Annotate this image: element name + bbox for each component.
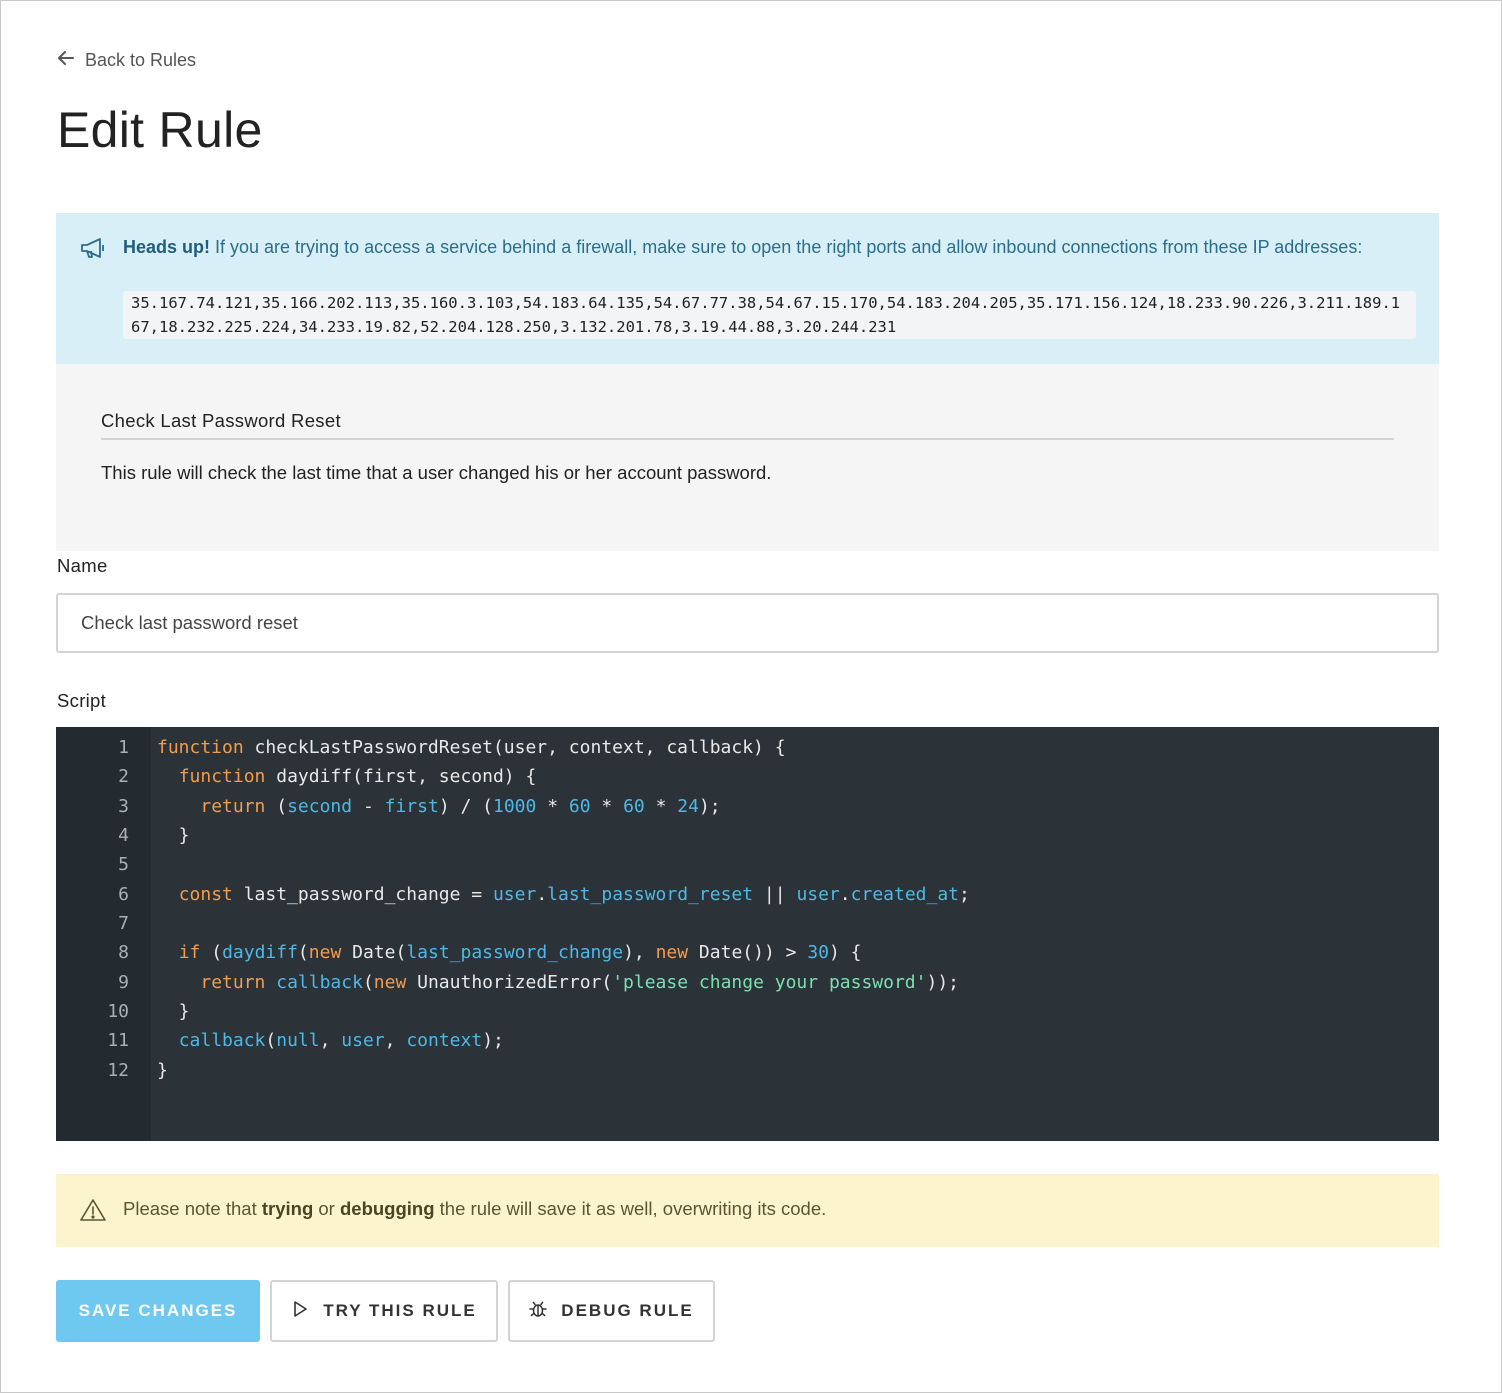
ip-address-list: 35.167.74.121,35.166.202.113,35.160.3.10… <box>123 291 1416 339</box>
save-warning-text: Please note that trying or debugging the… <box>123 1198 826 1220</box>
code-line: if (daydiff(new Date(last_password_chang… <box>178 942 862 963</box>
line-number: 11 <box>107 1030 129 1051</box>
line-number: 4 <box>118 825 129 846</box>
line-number: 9 <box>118 972 129 993</box>
warning-text-trying: trying <box>261 1198 314 1219</box>
firewall-info-message: If you are trying to access a service be… <box>210 237 1363 257</box>
rule-name-input[interactable] <box>56 593 1439 653</box>
firewall-info-text: Heads up! If you are trying to access a … <box>123 233 1383 262</box>
line-number: 8 <box>118 942 129 963</box>
code-line: function checkLastPasswordReset(user, co… <box>157 737 786 758</box>
try-this-rule-label: TRY THIS RULE <box>323 1301 477 1320</box>
page-frame: Back to Rules Edit Rule Heads up! If you… <box>0 0 1502 1393</box>
save-warning-alert: Please note that trying or debugging the… <box>56 1174 1439 1247</box>
page-title: Edit Rule <box>57 102 263 158</box>
warning-text-prefix: Please note that <box>123 1198 262 1219</box>
script-field-label: Script <box>57 690 107 711</box>
try-this-rule-button[interactable]: TRY THIS RULE <box>270 1280 498 1342</box>
line-number: 3 <box>118 796 129 817</box>
code-line: const last_password_change = user.last_p… <box>178 884 970 905</box>
line-number: 2 <box>118 766 129 787</box>
name-field-label: Name <box>57 555 108 576</box>
line-number: 6 <box>118 884 129 905</box>
code-line: return (second - first) / (1000 * 60 * 6… <box>200 796 721 817</box>
code-line: } <box>157 1001 190 1022</box>
back-link-label: Back to Rules <box>85 50 197 70</box>
warning-text-suffix: the rule will save it as well, overwriti… <box>434 1198 827 1219</box>
bug-icon <box>529 1300 548 1323</box>
script-code-editor[interactable]: 1 2 3 4 5 6 7 8 9 10 11 12 function chec… <box>56 727 1439 1141</box>
rule-template-description: This rule will check the last time that … <box>101 462 772 483</box>
line-number: 1 <box>118 737 129 758</box>
save-changes-label: SAVE CHANGES <box>78 1301 238 1320</box>
megaphone-icon <box>80 237 106 259</box>
back-to-rules-link[interactable]: Back to Rules <box>57 49 196 72</box>
code-line: callback(null, user, context); <box>178 1030 504 1051</box>
code-line: } <box>157 1060 168 1081</box>
warning-text-debugging: debugging <box>339 1198 435 1219</box>
line-number: 5 <box>118 854 129 875</box>
line-number: 7 <box>118 913 129 934</box>
line-number-gutter: 1 2 3 4 5 6 7 8 9 10 11 12 <box>56 727 151 1141</box>
rule-template-title: Check Last Password Reset <box>101 410 1394 440</box>
code-line: } <box>157 825 190 846</box>
code-line: return callback(new UnauthorizedError('p… <box>200 972 959 993</box>
arrow-left-icon <box>57 49 75 72</box>
warning-triangle-icon <box>80 1198 106 1222</box>
line-number: 12 <box>107 1060 129 1081</box>
code-lines[interactable]: function checkLastPasswordReset(user, co… <box>157 727 970 1081</box>
heads-up-label: Heads up! <box>123 237 211 257</box>
debug-rule-button[interactable]: DEBUG RULE <box>508 1280 715 1342</box>
code-line: function daydiff(first, second) { <box>178 766 537 787</box>
firewall-info-alert: Heads up! If you are trying to access a … <box>56 213 1439 364</box>
rule-template-panel: Check Last Password Reset This rule will… <box>56 364 1439 551</box>
save-changes-button[interactable]: SAVE CHANGES <box>56 1280 260 1342</box>
play-icon <box>291 1300 309 1323</box>
warning-text-mid: or <box>313 1198 340 1219</box>
debug-rule-label: DEBUG RULE <box>561 1301 694 1320</box>
line-number: 10 <box>107 1001 129 1022</box>
